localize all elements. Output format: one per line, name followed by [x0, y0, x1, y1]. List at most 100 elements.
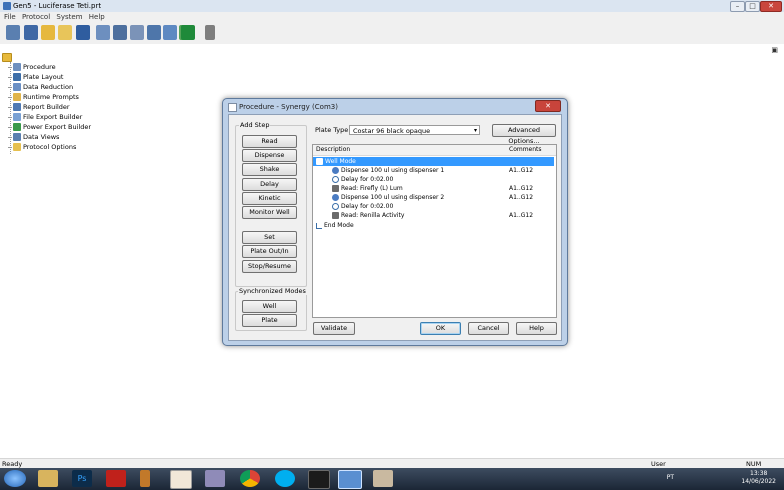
dialog-title: Procedure - Synergy (Com3) — [239, 103, 338, 111]
pin-icon[interactable] — [205, 25, 215, 40]
ok-button[interactable]: OK — [420, 322, 461, 335]
tree-item-procedure[interactable]: Procedure — [8, 62, 56, 72]
terminal-icon[interactable] — [308, 470, 330, 489]
collapse-icon — [316, 158, 323, 165]
tree-item-report-builder[interactable]: Report Builder — [8, 102, 70, 112]
tree-item-power-export-builder[interactable]: Power Export Builder — [8, 122, 91, 132]
read-button[interactable]: Read — [242, 135, 297, 148]
photoshop-icon[interactable]: Ps — [72, 470, 92, 487]
dispense-step-icon — [332, 167, 339, 174]
plate-out-in-button[interactable]: Plate Out/In — [242, 245, 297, 258]
taskbar: Ps PT 13:38 14/06/2022 — [0, 468, 784, 490]
step-comment: A1..G12 — [509, 167, 534, 174]
clock-icon — [332, 176, 339, 183]
help-button[interactable]: Help — [516, 322, 557, 335]
list-item[interactable]: Read: Renilla Activity — [313, 211, 404, 220]
export-icon[interactable] — [163, 25, 177, 40]
dialog-icon — [228, 103, 237, 112]
excel-icon[interactable] — [181, 25, 195, 40]
monitor-well-button[interactable]: Monitor Well — [242, 206, 297, 219]
shake-button[interactable]: Shake — [242, 163, 297, 176]
protocol-icon[interactable] — [58, 25, 72, 40]
toolbar — [0, 22, 784, 45]
cancel-button[interactable]: Cancel — [468, 322, 509, 335]
new-icon[interactable] — [6, 25, 20, 40]
well-button[interactable]: Well — [242, 300, 297, 313]
skype-icon[interactable] — [275, 470, 295, 487]
kinetic-button[interactable]: Kinetic — [242, 192, 297, 205]
paint-icon[interactable] — [373, 470, 393, 487]
start-orb-icon[interactable] — [4, 470, 26, 487]
save-icon[interactable] — [76, 25, 90, 40]
tree-item-plate-layout[interactable]: Plate Layout — [8, 72, 63, 82]
clock-icon — [332, 203, 339, 210]
dialog-close-button[interactable]: ✕ — [535, 100, 561, 112]
plate-type-label: Plate Type: — [315, 126, 351, 134]
list-item[interactable]: Read: Firefly (L) Lum — [313, 184, 403, 193]
protocol-options-icon — [13, 143, 21, 151]
plate-icon[interactable] — [96, 25, 110, 40]
report-icon[interactable] — [147, 25, 161, 40]
plate-button[interactable]: Plate — [242, 314, 297, 327]
procedure-dialog: Procedure - Synergy (Com3) ✕ Add Step Re… — [222, 98, 568, 346]
acrobat-icon[interactable] — [106, 470, 126, 487]
report-builder-icon — [13, 103, 21, 111]
gen5-icon[interactable] — [338, 470, 362, 489]
media-icon[interactable] — [170, 470, 192, 489]
language-indicator[interactable]: PT — [667, 474, 674, 482]
step-comment: A1..G12 — [509, 185, 534, 192]
dispense-step-icon — [332, 194, 339, 201]
read-step-icon — [332, 185, 339, 192]
add-step-title: Add Step — [239, 121, 271, 129]
description-header: Description — [316, 146, 351, 153]
app-icon — [3, 2, 11, 10]
minimize-button[interactable]: – — [730, 1, 745, 12]
plate-type-value: Costar 96 black opaque — [353, 127, 431, 135]
list-item[interactable]: Dispense 100 ul using dispenser 2 — [313, 193, 444, 202]
open-folder-icon[interactable] — [41, 25, 55, 40]
menu-help[interactable]: Help — [89, 12, 105, 22]
menu-system[interactable]: System — [56, 12, 82, 22]
tree-item-file-export-builder[interactable]: File Export Builder — [8, 112, 82, 122]
file-explorer-icon[interactable] — [38, 470, 58, 487]
list-item[interactable]: Delay for 0:02.00 — [313, 202, 393, 211]
clock-time: 13:38 — [750, 470, 768, 477]
list-item[interactable]: End Mode — [313, 221, 354, 230]
procedure-steps-list[interactable]: Description Comments Well Mode Dispense … — [312, 144, 557, 318]
list-header: Description Comments — [313, 145, 556, 156]
tree-item-data-reduction[interactable]: Data Reduction — [8, 82, 73, 92]
delay-button[interactable]: Delay — [242, 178, 297, 191]
vpn-icon[interactable] — [205, 470, 225, 487]
open-icon[interactable] — [24, 25, 38, 40]
advanced-options-button[interactable]: Advanced Options... — [492, 124, 556, 145]
reader-icon[interactable] — [113, 25, 127, 40]
app-icon[interactable] — [140, 470, 150, 487]
procedure-icon — [13, 63, 21, 71]
plate-type-select[interactable]: Costar 96 black opaque ▾ — [349, 125, 480, 135]
dispense-button[interactable]: Dispense — [242, 149, 297, 162]
chevron-down-icon: ▾ — [473, 127, 477, 134]
set-temperature-button[interactable]: Set Temperature — [242, 231, 297, 252]
table-icon[interactable] — [130, 25, 144, 40]
list-item[interactable]: Dispense 100 ul using dispenser 1 — [313, 166, 444, 175]
validate-button[interactable]: Validate — [313, 322, 355, 335]
list-item[interactable]: Well Mode — [313, 157, 554, 166]
step-comment: A1..G12 — [509, 212, 534, 219]
maximize-button[interactable]: □ — [745, 1, 760, 12]
tree-item-protocol-options[interactable]: Protocol Options — [8, 142, 76, 152]
close-button[interactable]: ✕ — [760, 1, 782, 12]
menu-file[interactable]: File — [4, 12, 16, 22]
window-title: Gen5 - Luciferase Teti.prt — [13, 2, 102, 10]
tree-item-runtime-prompts[interactable]: Runtime Prompts — [8, 92, 79, 102]
power-export-icon — [13, 123, 21, 131]
clock-date: 14/06/2022 — [741, 478, 776, 485]
tree-item-data-views[interactable]: Data Views — [8, 132, 59, 142]
clock[interactable]: 13:38 14/06/2022 — [741, 470, 776, 486]
chrome-icon[interactable] — [240, 470, 260, 487]
menu-protocol[interactable]: Protocol — [22, 12, 50, 22]
list-item[interactable]: Delay for 0:02.00 — [313, 175, 393, 184]
pane-pin-icon[interactable]: ▣ — [771, 46, 778, 54]
stop-resume-button[interactable]: Stop/Resume — [242, 260, 297, 273]
step-comment: A1..G12 — [509, 194, 534, 201]
protocol-root-icon[interactable] — [2, 53, 12, 62]
